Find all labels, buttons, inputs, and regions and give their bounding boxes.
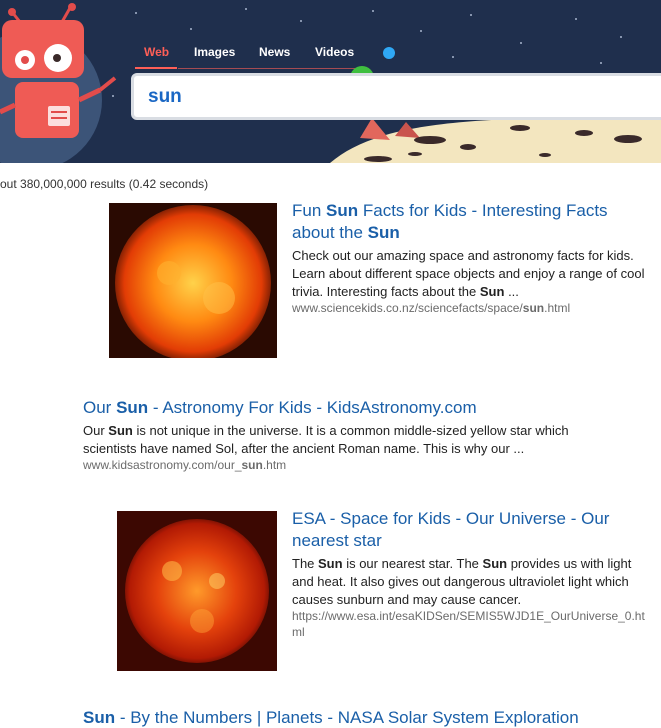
header-banner: Web Images News Videos [0, 0, 661, 163]
robot-mascot-icon[interactable] [0, 0, 130, 163]
results-stats: out 380,000,000 results (0.42 seconds) [0, 177, 209, 191]
result-title-1[interactable]: Fun Sun Facts for Kids - Interesting Fac… [292, 200, 642, 244]
search-input[interactable] [148, 85, 648, 109]
result-snippet-1: Check out our amazing space and astronom… [292, 248, 645, 299]
tab-videos[interactable]: Videos [315, 45, 354, 59]
tab-web[interactable]: Web [144, 45, 169, 59]
result-url-2[interactable]: www.kidsastronomy.com/our_sun.htm [83, 457, 286, 473]
result-snippet-2: Our Sun is not unique in the universe. I… [83, 423, 569, 456]
result-title-4[interactable]: Sun - By the Numbers | Planets - NASA So… [83, 708, 579, 728]
result-url-1[interactable]: www.sciencekids.co.nz/sciencefacts/space… [292, 300, 570, 316]
sun-photo-orange [109, 203, 277, 358]
search-box[interactable] [131, 73, 661, 120]
result-url-3[interactable]: https://www.esa.int/esaKIDSen/SEMIS5WJD1… [292, 608, 652, 640]
tab-divider [178, 68, 355, 69]
tab-news[interactable]: News [259, 45, 290, 59]
result-title-2[interactable]: Our Sun - Astronomy For Kids - KidsAstro… [83, 397, 603, 419]
result-snippet-3: The Sun is our nearest star. The Sun pro… [292, 556, 632, 607]
tab-images[interactable]: Images [194, 45, 235, 59]
result-title-3[interactable]: ESA - Space for Kids - Our Universe - Ou… [292, 508, 647, 552]
result-thumbnail-sun-red[interactable] [117, 511, 277, 671]
sun-photo-red [117, 511, 277, 671]
result-thumbnail-sun-orange[interactable] [109, 203, 277, 358]
planet-dot-icon [383, 47, 395, 59]
active-tab-indicator [135, 67, 177, 69]
